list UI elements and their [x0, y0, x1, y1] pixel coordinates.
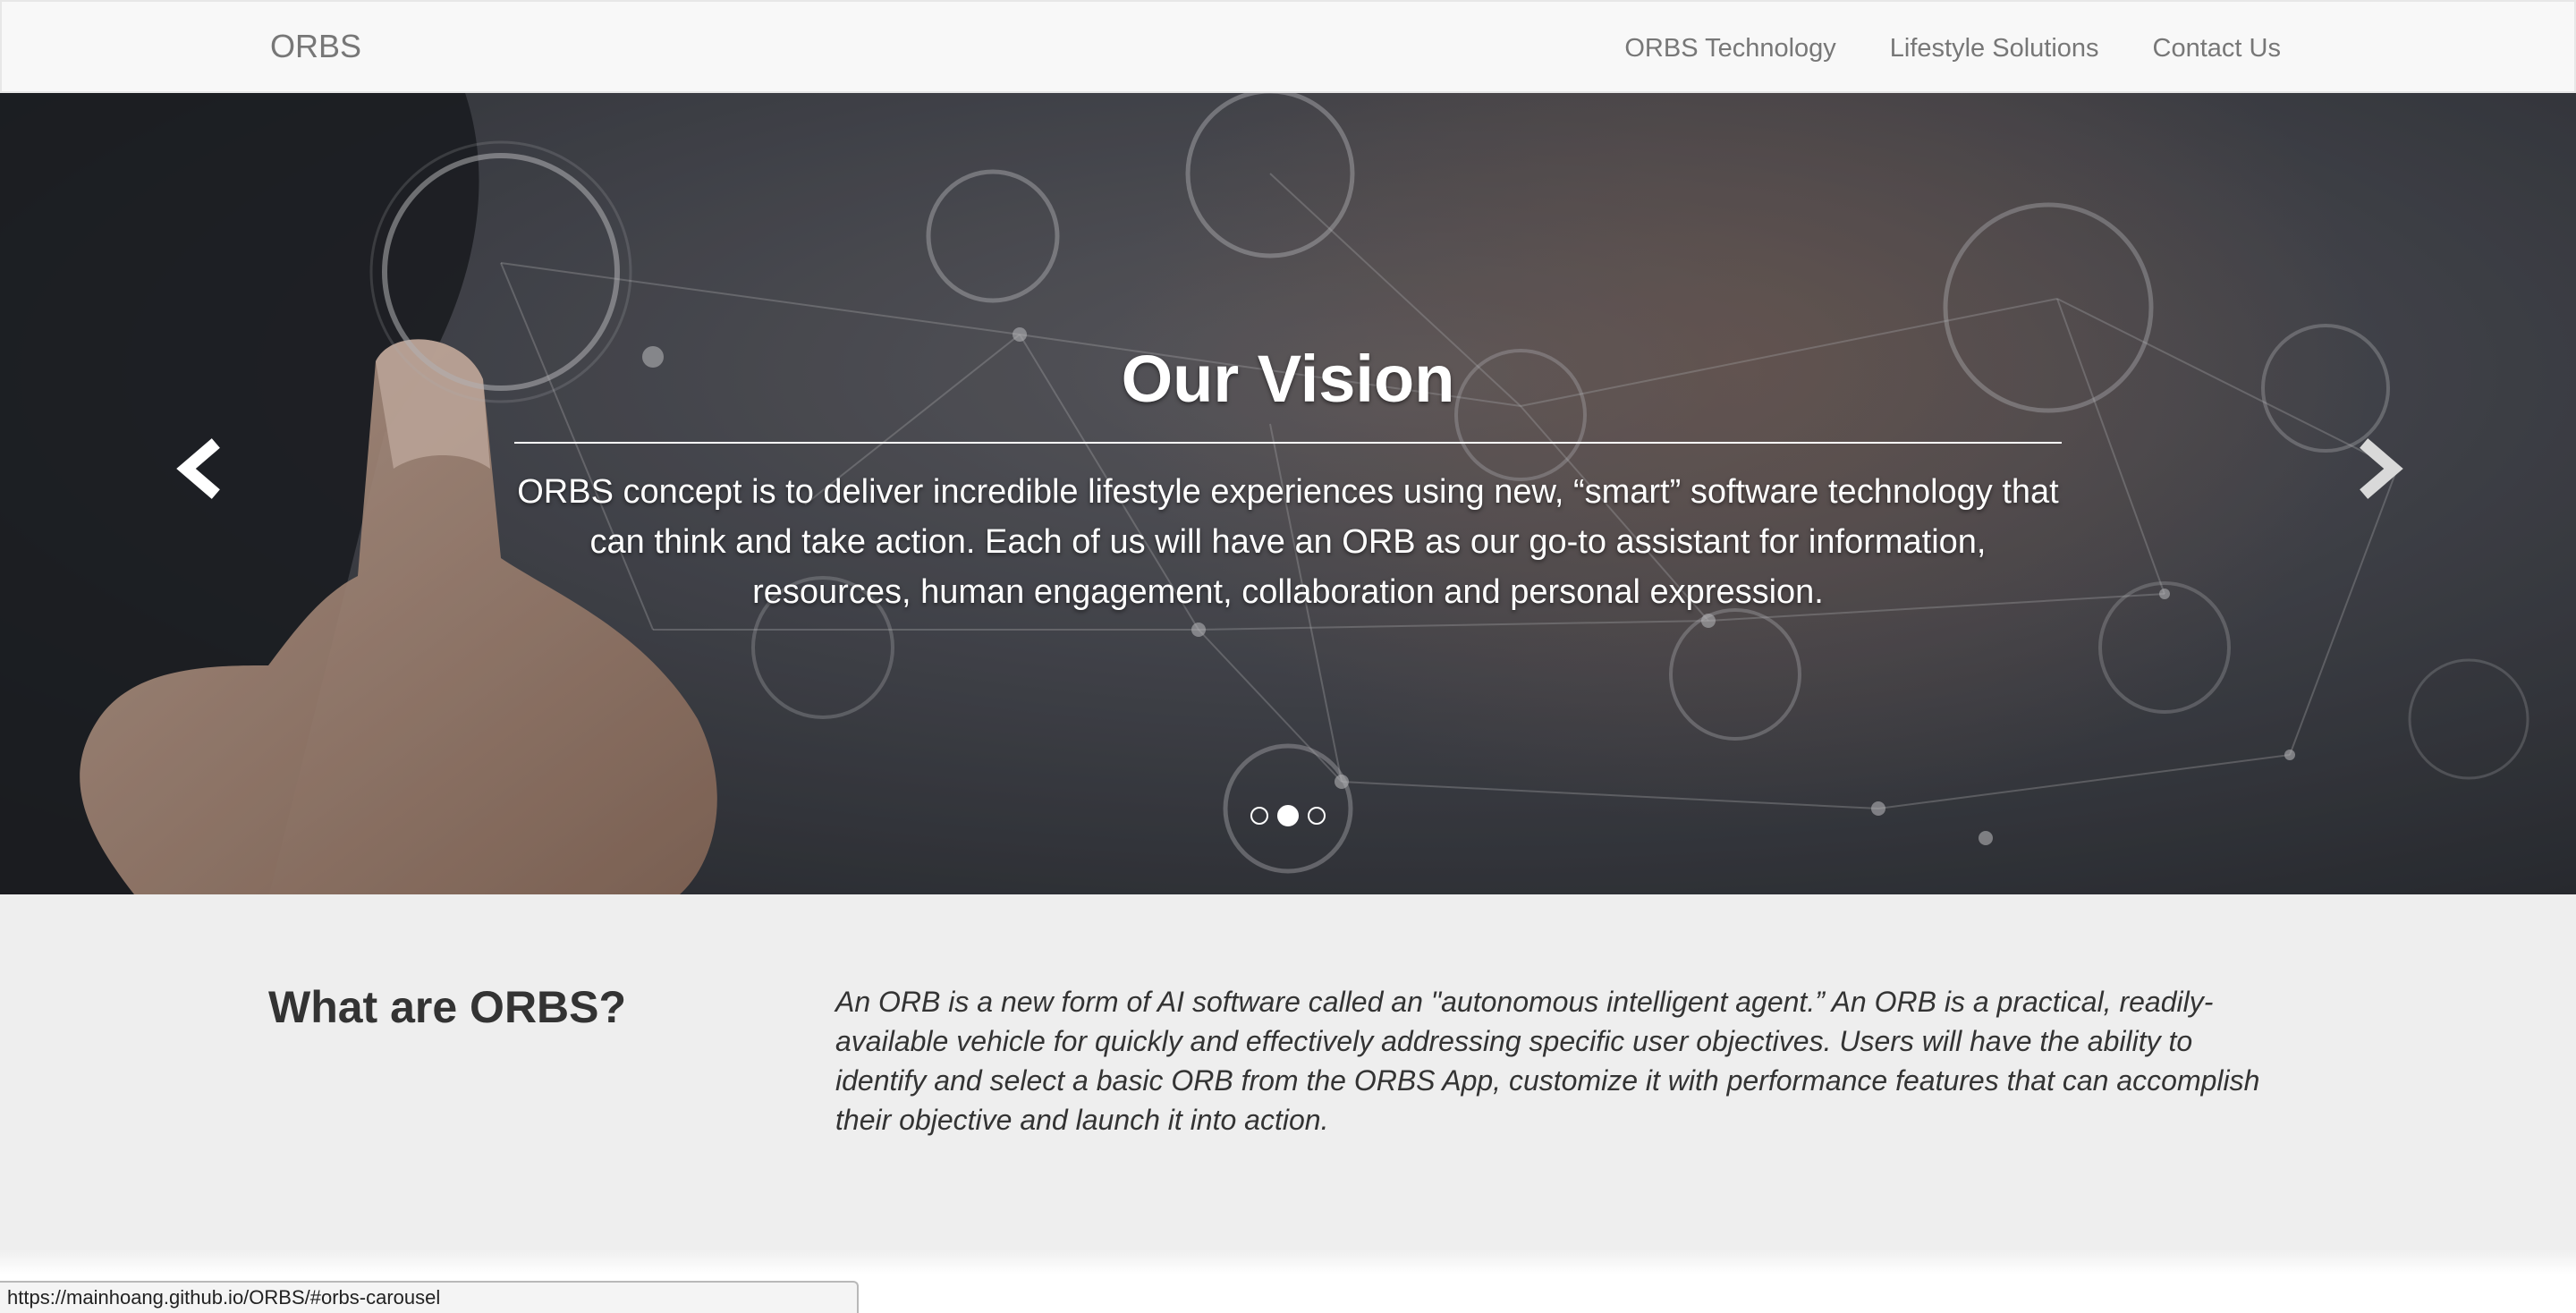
carousel-description: ORBS concept is to deliver incredible li…	[517, 473, 2059, 611]
section-heading: What are ORBS?	[268, 982, 627, 1032]
what-are-orbs-section: What are ORBS? An ORB is a new form of A…	[0, 894, 2576, 1249]
carousel-indicator-3[interactable]	[1308, 807, 1326, 825]
brand-logo-link[interactable]: ORBS	[270, 27, 361, 66]
carousel-prev-button[interactable]	[166, 433, 238, 504]
carousel-indicator-1[interactable]	[1250, 807, 1268, 825]
nav-link-contact-us[interactable]: Contact Us	[2153, 29, 2281, 68]
browser-status-bar-url: https://mainhoang.github.io/ORBS/#orbs-c…	[0, 1281, 859, 1313]
hero-carousel: Our Vision ORBS concept is to deliver in…	[0, 93, 2576, 894]
carousel-title: Our Vision	[1121, 342, 1455, 416]
chevron-right-icon	[2360, 438, 2403, 499]
caption-divider	[514, 442, 2062, 444]
nav-links: ORBS Technology Lifestyle Solutions Cont…	[1624, 29, 2281, 68]
carousel-indicators	[0, 805, 2576, 826]
nav-link-lifestyle-solutions[interactable]: Lifestyle Solutions	[1890, 29, 2099, 68]
carousel-caption: Our Vision ORBS concept is to deliver in…	[514, 342, 2062, 617]
nav-link-orbs-technology[interactable]: ORBS Technology	[1624, 29, 1835, 68]
navbar: ORBS ORBS Technology Lifestyle Solutions…	[0, 0, 2576, 93]
section-description: An ORB is a new form of AI software call…	[835, 986, 2260, 1136]
carousel-next-button[interactable]	[2342, 433, 2413, 504]
chevron-left-icon	[176, 438, 220, 499]
carousel-indicator-2[interactable]	[1277, 805, 1299, 826]
